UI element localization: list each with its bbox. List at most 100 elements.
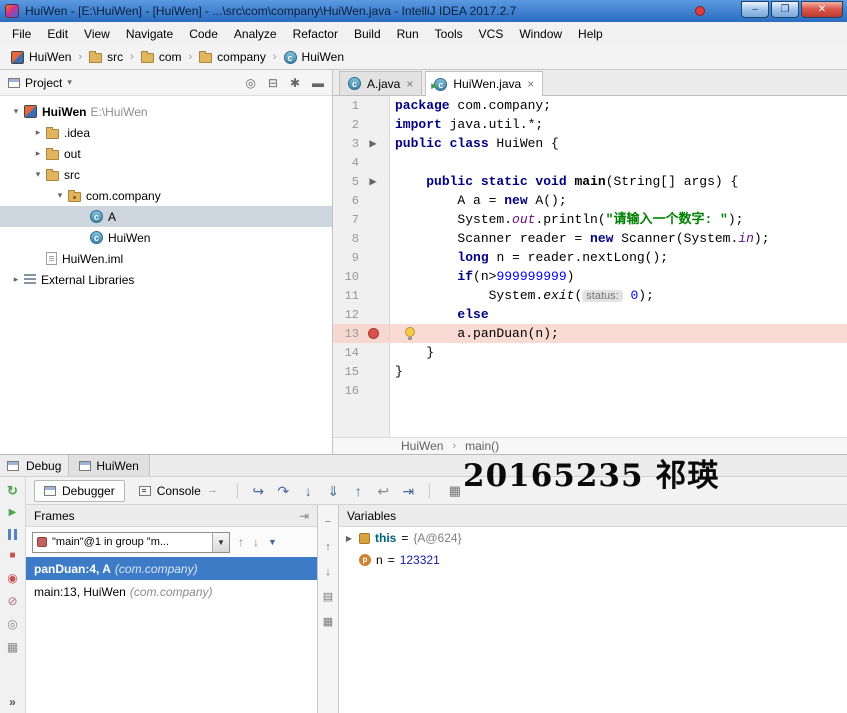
tree-item--idea[interactable]: ▸ .idea xyxy=(0,122,332,143)
tab-huiwen-java[interactable]: c HuiWen.java × xyxy=(425,71,544,96)
chevron-down-icon[interactable]: ▾ xyxy=(30,169,46,180)
rerun-debug-icon[interactable]: ↻ xyxy=(7,484,18,497)
up-stack-icon[interactable]: ↑ xyxy=(238,536,244,548)
frames-filter-icons: ↑ ↓ ▼ xyxy=(238,536,277,548)
breadcrumb-separator: › xyxy=(130,51,134,63)
mute-breakpoints-icon[interactable]: ⊘ xyxy=(7,595,17,607)
chevron-right-icon[interactable]: ▸ xyxy=(30,127,46,138)
intention-bulb-icon[interactable] xyxy=(405,327,415,340)
tree-item-src[interactable]: ▾ src xyxy=(0,164,332,185)
editor-breadcrumb-item[interactable]: HuiWen xyxy=(401,439,443,453)
hide-panel-icon[interactable]: ▬ xyxy=(312,77,324,89)
line-number: 10 xyxy=(344,269,359,284)
down-icon[interactable]: ↓ xyxy=(325,567,331,578)
close-button[interactable]: ✕ xyxy=(801,0,843,18)
menu-item-run[interactable]: Run xyxy=(389,23,427,45)
tree-item-huiwen[interactable]: ▾ HuiWen E:\HuiWen xyxy=(0,101,332,122)
tree-item-huiwen[interactable]: c HuiWen xyxy=(0,227,332,248)
menu-item-refactor[interactable]: Refactor xyxy=(285,23,346,45)
step-out-icon[interactable]: ↑ xyxy=(347,484,370,498)
down-stack-icon[interactable]: ↓ xyxy=(253,536,259,548)
breadcrumb-item-huiwen[interactable]: c HuiWen xyxy=(281,50,347,64)
locate-icon[interactable]: ◎ xyxy=(245,77,255,89)
chevron-down-icon[interactable]: ▼ xyxy=(212,532,229,552)
close-tab-icon[interactable]: × xyxy=(406,78,413,90)
frame-row[interactable]: main:13, HuiWen (com.company) xyxy=(26,580,317,603)
up-icon[interactable]: ↑ xyxy=(325,542,331,553)
step-into-icon[interactable]: ↓ xyxy=(297,484,320,498)
drop-frame-icon[interactable]: ↩ xyxy=(372,484,395,498)
export-icon[interactable]: ▦ xyxy=(323,617,333,628)
force-step-into-icon[interactable]: ⇓ xyxy=(322,484,345,498)
tree-item-com-company[interactable]: ▾ com.company xyxy=(0,185,332,206)
run-arrow-icon[interactable]: ▶ xyxy=(369,176,376,188)
project-tree: ▾ HuiWen E:\HuiWen ▸ .idea ▸ out ▾ src ▾ com.comp… xyxy=(0,96,332,454)
menu-item-file[interactable]: File xyxy=(4,23,39,45)
grid-icon[interactable]: ▦ xyxy=(7,641,18,653)
more-icon[interactable]: » xyxy=(9,696,16,708)
chevron-right-icon[interactable]: ▶ xyxy=(344,534,354,543)
chevron-right-icon[interactable]: ▸ xyxy=(30,148,46,159)
filter-icon[interactable]: ▼ xyxy=(268,537,277,547)
variable-row-n[interactable]: pn = 123321 xyxy=(339,549,847,571)
menu-item-navigate[interactable]: Navigate xyxy=(118,23,181,45)
maximize-button[interactable]: ❐ xyxy=(771,0,799,18)
menu-item-view[interactable]: View xyxy=(76,23,118,45)
frames-panel: Frames ⇥ "main"@1 in group "m... ▼ ↑ ↓ ▼ p… xyxy=(26,505,318,713)
show-execution-point-icon[interactable]: ↪ xyxy=(247,484,270,498)
code-segment: out xyxy=(512,212,536,227)
pause-icon[interactable] xyxy=(8,529,17,540)
code-text: public static void main(String[] args) { xyxy=(390,172,847,191)
code-editor[interactable]: 1 package com.company; 2 import java.util.*… xyxy=(333,96,847,437)
project-panel: Project ▾ ◎ ⊟ ✱ ▬ ▾ HuiWen E:\HuiWen ▸ .idea ▸ o… xyxy=(0,70,333,454)
thread-selector[interactable]: "main"@1 in group "m... ▼ xyxy=(32,531,230,553)
resume-icon[interactable]: ▶ xyxy=(9,508,17,518)
breadcrumb-item-company[interactable]: company xyxy=(196,50,269,64)
menu-item-help[interactable]: Help xyxy=(570,23,611,45)
frame-row[interactable]: panDuan:4, A (com.company) xyxy=(26,557,317,580)
chevron-right-icon[interactable]: ▸ xyxy=(8,274,24,285)
tree-item-external-libraries[interactable]: ▸ External Libraries xyxy=(0,269,332,290)
run-arrow-icon[interactable]: ▶ xyxy=(369,138,376,150)
pin-icon[interactable]: ⇥ xyxy=(299,510,309,522)
breakpoint-icon[interactable] xyxy=(367,328,379,339)
restore-layout-icon[interactable]: ▦ xyxy=(449,484,461,497)
menu-item-vcs[interactable]: VCS xyxy=(471,23,512,45)
copy-icon[interactable]: ▤ xyxy=(323,592,333,603)
gutter-cell: 13 xyxy=(333,324,390,343)
tree-item-a[interactable]: cA xyxy=(0,206,332,227)
line-number: 3 xyxy=(351,136,359,151)
breadcrumb-item-huiwen[interactable]: HuiWen xyxy=(8,50,74,64)
minimize-button[interactable]: – xyxy=(741,0,769,18)
menu-item-build[interactable]: Build xyxy=(346,23,389,45)
variable-row-this[interactable]: ▶ this = {A@624} xyxy=(339,527,847,549)
debug-session-tab[interactable]: HuiWen xyxy=(68,455,150,476)
breadcrumb-item-src[interactable]: src xyxy=(86,50,126,64)
tab-debugger[interactable]: Debugger xyxy=(34,479,125,502)
close-tab-icon[interactable]: × xyxy=(527,78,534,90)
editor-breadcrumb-item[interactable]: main() xyxy=(465,439,499,453)
chevron-down-icon[interactable]: ▾ xyxy=(67,77,72,88)
tree-item-label: HuiWen.iml xyxy=(62,251,124,266)
hide-icon[interactable]: − xyxy=(325,517,331,528)
tab-console[interactable]: Console → xyxy=(129,480,228,502)
menu-item-analyze[interactable]: Analyze xyxy=(226,23,285,45)
menu-item-tools[interactable]: Tools xyxy=(427,23,471,45)
stop-icon[interactable]: ■ xyxy=(9,551,15,561)
view-breakpoints-icon[interactable]: ◉ xyxy=(7,572,17,584)
tab-a-java[interactable]: c A.java × xyxy=(339,71,423,95)
thread-dump-icon[interactable]: ◎ xyxy=(7,618,17,630)
chevron-down-icon[interactable]: ▾ xyxy=(52,190,68,201)
tree-item-huiwen-iml[interactable]: HuiWen.iml xyxy=(0,248,332,269)
breadcrumb-item-com[interactable]: com xyxy=(138,50,185,64)
chevron-down-icon[interactable]: ▾ xyxy=(8,106,24,117)
settings-icon[interactable]: ✱ xyxy=(290,77,300,89)
menu-item-code[interactable]: Code xyxy=(181,23,226,45)
collapse-all-icon[interactable]: ⊟ xyxy=(268,77,278,89)
step-over-icon[interactable]: ↷ xyxy=(272,484,295,498)
tree-item-out[interactable]: ▸ out xyxy=(0,143,332,164)
run-to-cursor-icon[interactable]: ⇥ xyxy=(397,484,420,498)
menu-item-edit[interactable]: Edit xyxy=(39,23,76,45)
menu-item-window[interactable]: Window xyxy=(511,23,570,45)
gutter-cell: 6 xyxy=(333,191,390,210)
